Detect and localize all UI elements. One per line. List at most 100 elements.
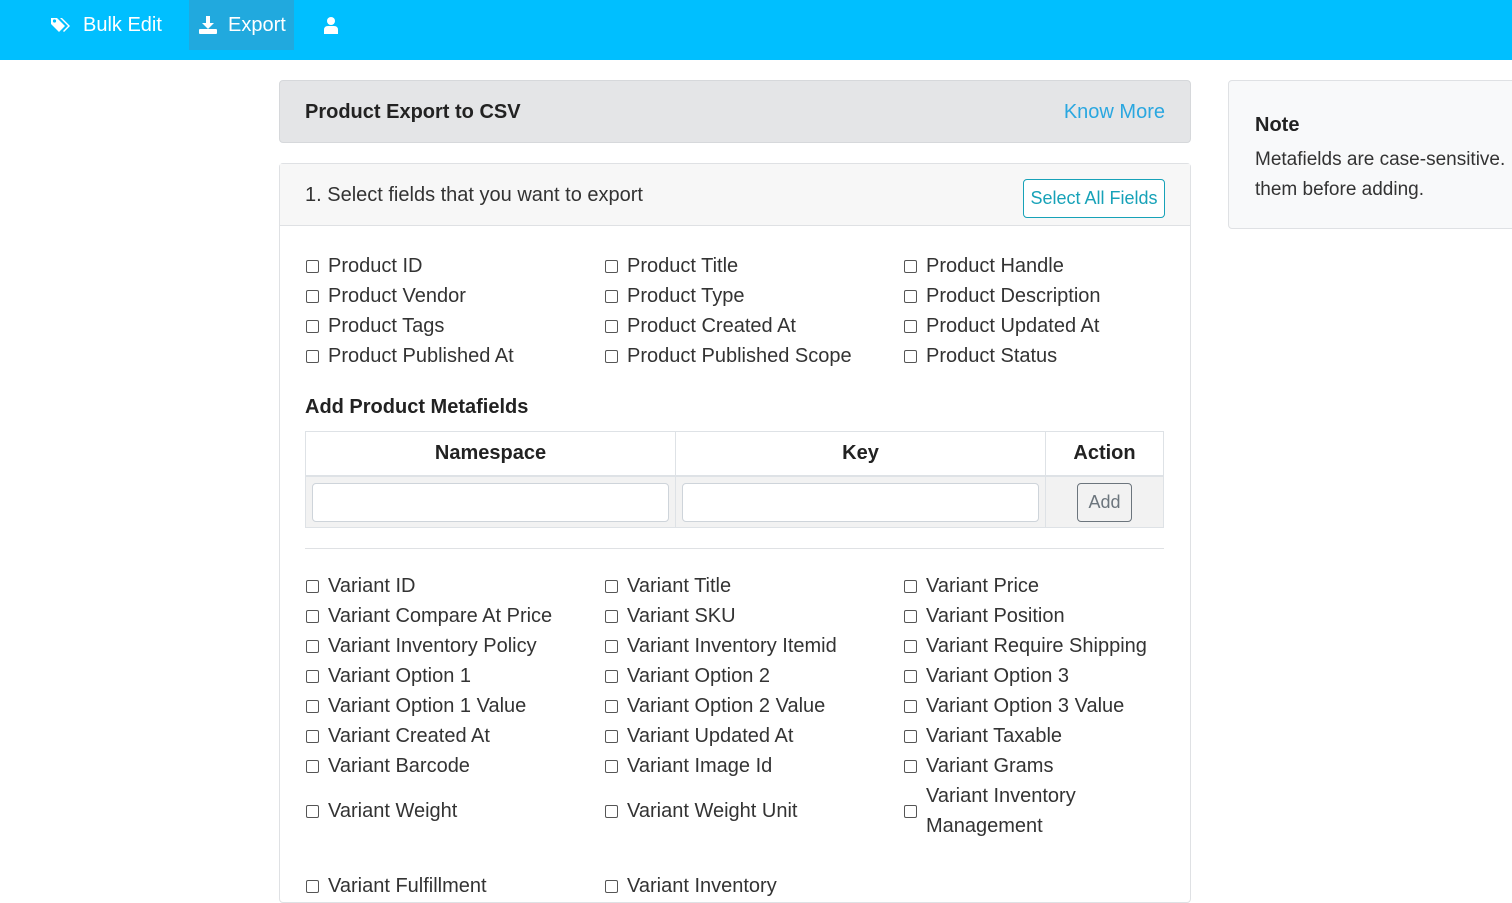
product-field-option[interactable]: Product ID [305, 251, 604, 281]
variant-field-option[interactable]: Variant Inventory Itemid [604, 631, 903, 661]
checkbox[interactable] [904, 699, 917, 713]
checkbox[interactable] [904, 669, 917, 683]
product-field-option[interactable]: Product Handle [903, 251, 1175, 281]
variant-field-option[interactable]: Variant Weight [305, 781, 604, 841]
user-icon [324, 17, 338, 34]
product-field-option[interactable]: Product Published Scope [604, 341, 903, 371]
checkbox[interactable] [904, 259, 917, 273]
variant-field-label: Variant Weight Unit [627, 799, 798, 822]
product-field-option[interactable]: Product Updated At [903, 311, 1175, 341]
nav-export[interactable]: Export [189, 0, 294, 50]
variant-fields-grid: Variant ID Variant Title Variant Price Vari… [305, 571, 1175, 901]
variant-field-option[interactable]: Variant Inventory Management [903, 781, 1175, 841]
checkbox[interactable] [904, 804, 917, 818]
variant-field-label: Variant Price [926, 574, 1040, 597]
variant-field-option[interactable]: Variant Inventory [604, 871, 903, 901]
variant-field-option[interactable]: Variant Option 2 [604, 661, 903, 691]
product-field-option[interactable]: Product Published At [305, 341, 604, 371]
variant-field-option[interactable]: Variant Taxable [903, 721, 1175, 751]
metafield-input-row: Add [306, 477, 1163, 527]
variant-field-option[interactable]: Variant Option 2 Value [604, 691, 903, 721]
product-field-option[interactable]: Product Created At [604, 311, 903, 341]
checkbox[interactable] [904, 289, 917, 303]
variant-field-option[interactable]: Variant Option 1 [305, 661, 604, 691]
checkbox[interactable] [605, 289, 618, 303]
product-field-label: Product Title [627, 254, 739, 277]
variant-field-option[interactable]: Variant Fulfillment [305, 871, 604, 901]
checkbox[interactable] [306, 699, 319, 713]
checkbox[interactable] [605, 319, 618, 333]
checkbox[interactable] [306, 579, 319, 593]
checkbox[interactable] [605, 669, 618, 683]
variant-field-label: Variant Inventory Policy [328, 634, 537, 657]
column-divider [1045, 477, 1046, 527]
variant-field-option[interactable]: Variant Barcode [305, 751, 604, 781]
checkbox[interactable] [904, 759, 917, 773]
variant-field-label: Variant Updated At [627, 724, 794, 747]
variant-field-option[interactable]: Variant Compare At Price [305, 601, 604, 631]
checkbox[interactable] [605, 609, 618, 623]
checkbox[interactable] [306, 759, 319, 773]
product-field-option[interactable]: Product Description [903, 281, 1175, 311]
checkbox[interactable] [605, 259, 618, 273]
variant-field-label: Variant Title [627, 574, 732, 597]
checkbox[interactable] [605, 699, 618, 713]
checkbox[interactable] [306, 639, 319, 653]
product-field-option[interactable]: Product Title [604, 251, 903, 281]
variant-field-option[interactable]: Variant Option 3 Value [903, 691, 1175, 721]
checkbox[interactable] [904, 319, 917, 333]
checkbox[interactable] [306, 609, 319, 623]
checkbox[interactable] [306, 879, 319, 893]
variant-field-option[interactable]: Variant Option 1 Value [305, 691, 604, 721]
namespace-input[interactable] [312, 483, 669, 522]
variant-field-option[interactable]: Variant Created At [305, 721, 604, 751]
top-navbar: Bulk Edit Export [0, 0, 1512, 60]
checkbox[interactable] [605, 879, 618, 893]
key-input[interactable] [682, 483, 1039, 522]
checkbox[interactable] [904, 349, 917, 363]
variant-field-label: Variant Option 1 [328, 664, 472, 687]
checkbox[interactable] [605, 349, 618, 363]
variant-field-option[interactable]: Variant Require Shipping [903, 631, 1175, 661]
checkbox[interactable] [306, 804, 319, 818]
checkbox[interactable] [904, 609, 917, 623]
checkbox[interactable] [306, 259, 319, 273]
product-field-option[interactable]: Product Vendor [305, 281, 604, 311]
checkbox[interactable] [605, 579, 618, 593]
product-field-option[interactable]: Product Status [903, 341, 1175, 371]
checkbox[interactable] [904, 729, 917, 743]
variant-field-option[interactable]: Variant Image Id [604, 751, 903, 781]
checkbox[interactable] [904, 579, 917, 593]
nav-bulk-edit-label: Bulk Edit [83, 13, 162, 36]
checkbox[interactable] [605, 639, 618, 653]
variant-field-option[interactable]: Variant Position [903, 601, 1175, 631]
variant-field-option[interactable]: Variant Inventory Policy [305, 631, 604, 661]
checkbox[interactable] [904, 639, 917, 653]
checkbox[interactable] [306, 289, 319, 303]
product-field-option[interactable]: Product Type [604, 281, 903, 311]
variant-field-option[interactable]: Variant SKU [604, 601, 903, 631]
variant-field-option[interactable]: Variant Updated At [604, 721, 903, 751]
know-more-link[interactable]: Know More [1064, 101, 1165, 124]
variant-field-option[interactable]: Variant ID [305, 571, 604, 601]
variant-field-option[interactable]: Variant Title [604, 571, 903, 601]
checkbox[interactable] [306, 349, 319, 363]
add-metafield-button[interactable]: Add [1077, 483, 1132, 522]
variant-field-option[interactable]: Variant Option 3 [903, 661, 1175, 691]
metafields-title: Add Product Metafields [305, 396, 529, 418]
variant-field-label: Variant Option 1 Value [328, 694, 527, 717]
product-field-option[interactable]: Product Tags [305, 311, 604, 341]
select-all-fields-button[interactable]: Select All Fields [1023, 179, 1165, 218]
checkbox[interactable] [605, 729, 618, 743]
checkbox[interactable] [605, 759, 618, 773]
nav-user[interactable] [323, 0, 339, 50]
checkbox[interactable] [306, 669, 319, 683]
checkbox[interactable] [605, 804, 618, 818]
checkbox[interactable] [306, 319, 319, 333]
product-field-label: Product Tags [328, 314, 445, 337]
nav-bulk-edit[interactable]: Bulk Edit [50, 0, 162, 50]
variant-field-option[interactable]: Variant Price [903, 571, 1175, 601]
variant-field-option[interactable]: Variant Grams [903, 751, 1175, 781]
variant-field-option[interactable]: Variant Weight Unit [604, 781, 903, 841]
checkbox[interactable] [306, 729, 319, 743]
